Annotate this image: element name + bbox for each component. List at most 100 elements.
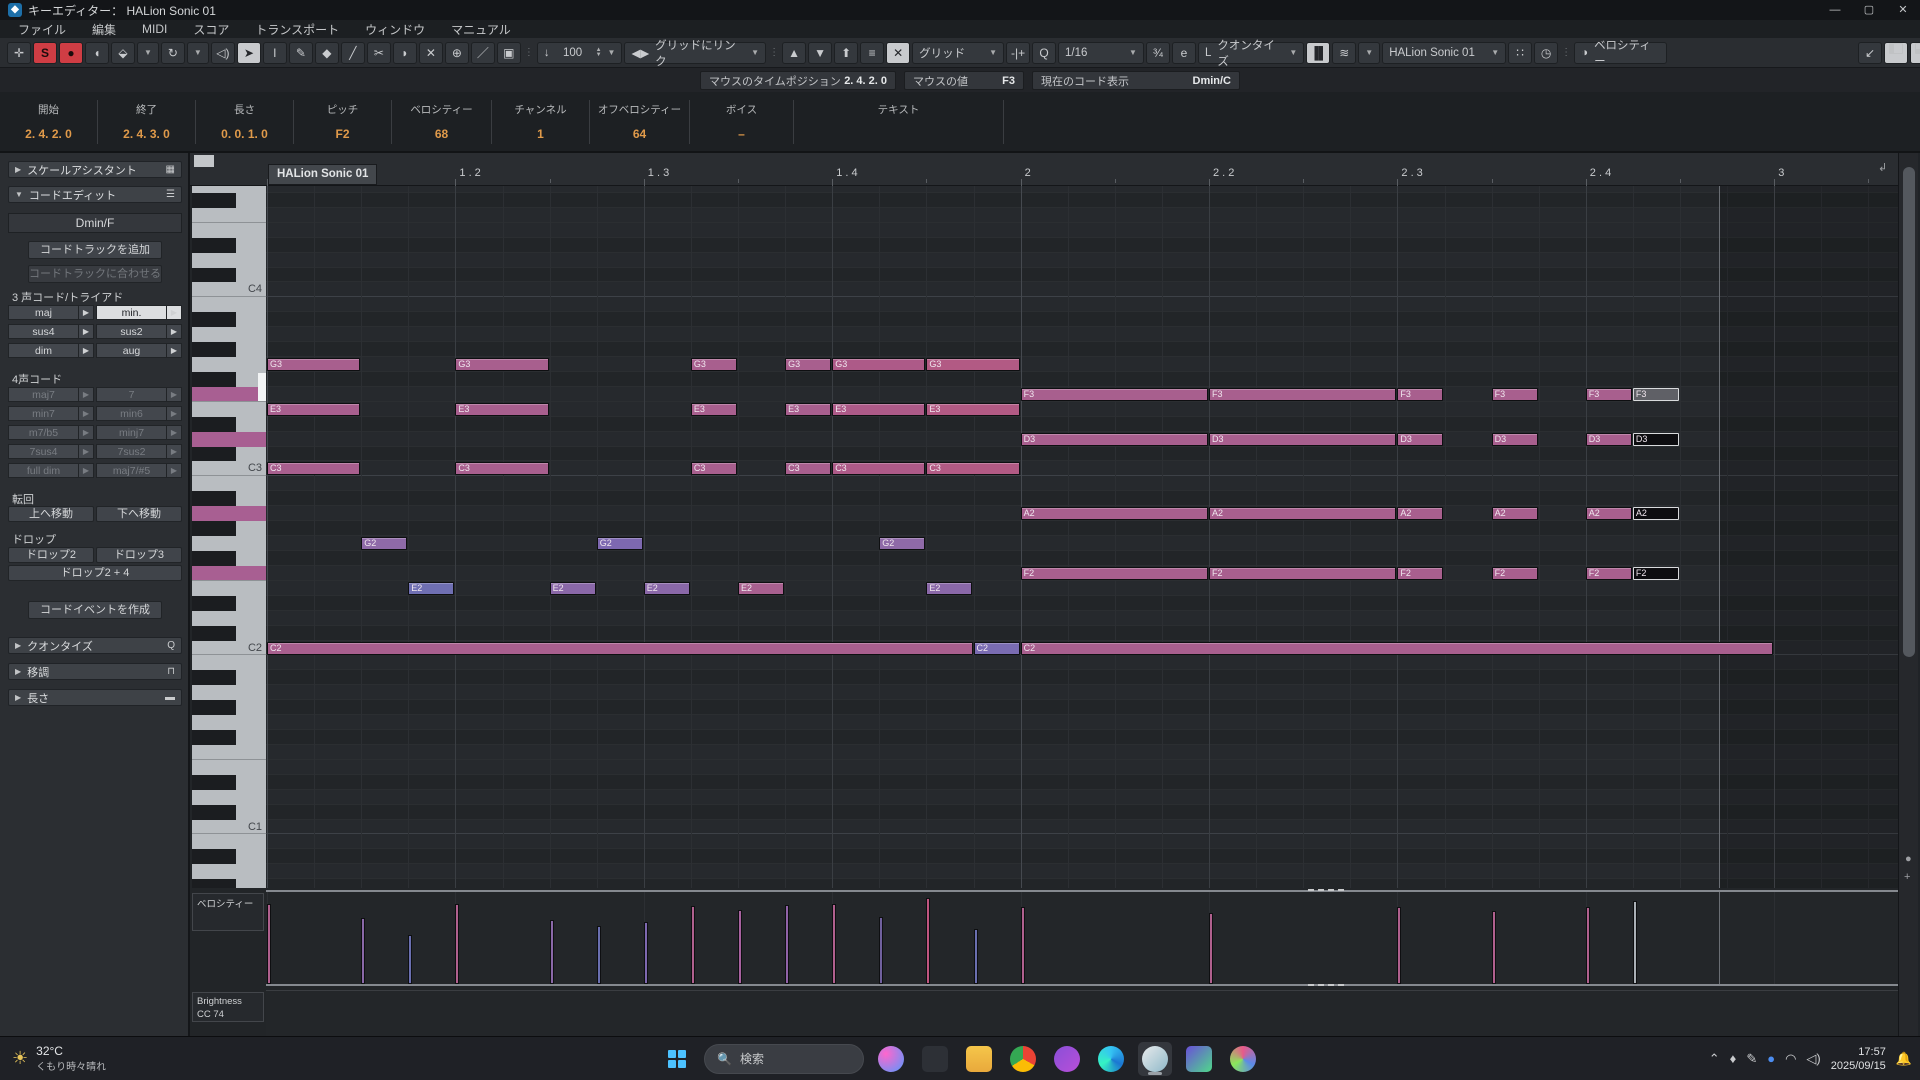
velocity-bar[interactable] [832, 904, 837, 984]
key-F#2[interactable] [192, 551, 266, 566]
zoom-plus-icon[interactable]: + [1904, 871, 1910, 883]
midi-note-G2[interactable]: G2 [361, 537, 408, 551]
midi-note-A2[interactable]: A2 [1209, 507, 1397, 521]
midi-note-E3[interactable]: E3 [455, 402, 549, 416]
notification-bell-icon[interactable]: 🔔 [1896, 1051, 1912, 1067]
insert-velocity-control[interactable]: ↓ 100 ▲ ▼ ▼ [536, 41, 623, 64]
velocity-bar[interactable] [596, 926, 601, 984]
velocity-bar[interactable] [549, 920, 554, 984]
key-C4[interactable]: C4 [192, 282, 266, 298]
scale-assistant-section[interactable]: ▶ スケールアシスタント ▦ [8, 161, 182, 178]
triad-sus4[interactable]: sus4 ▶ [8, 324, 94, 339]
key-F2[interactable] [192, 565, 266, 581]
mute-tool[interactable]: ✕ [418, 41, 443, 64]
midi-note-F2[interactable]: F2 [1397, 566, 1444, 580]
chord-edit-section[interactable]: ▼ コードエディット ☰ [8, 186, 182, 203]
tetrad-maj7[interactable]: maj7 ▶ [8, 387, 94, 402]
tetrad-minj7[interactable]: minj7 ▶ [96, 425, 182, 440]
midi-note-F3[interactable]: F3 [1632, 387, 1679, 401]
midi-note-F2[interactable]: F2 [1632, 566, 1679, 580]
event-colors-dropdown[interactable]: ◑ ベロシティー [1574, 40, 1668, 68]
insert-velocity-value[interactable]: 100 [556, 47, 590, 59]
split-tool[interactable]: ✂ [366, 41, 391, 64]
drop3-button[interactable]: ドロップ3 [96, 547, 182, 563]
key-A#1[interactable] [192, 670, 266, 686]
menu-manual[interactable]: マニュアル [451, 21, 511, 38]
key-B3[interactable] [192, 297, 266, 312]
show-note-expression-button[interactable]: ▐▌ [1306, 41, 1331, 64]
erase-tool[interactable]: ◆ [314, 41, 339, 64]
key-G#2[interactable] [192, 521, 266, 537]
velocity-bar[interactable] [690, 906, 695, 984]
info-field-5[interactable]: チャンネル 1 [492, 100, 590, 144]
midi-note-E3[interactable]: E3 [832, 402, 926, 416]
quantize-q-icon[interactable]: Q [1032, 41, 1057, 64]
velocity-bar[interactable] [1020, 907, 1025, 984]
midi-note-E2[interactable]: E2 [643, 581, 690, 595]
copilot-app-icon[interactable] [874, 1042, 908, 1076]
tetrad-m7b5[interactable]: m7/b5 ▶ [8, 425, 94, 440]
key-E4[interactable] [192, 223, 266, 238]
solo-button[interactable]: S [33, 41, 57, 64]
key-G3[interactable] [192, 357, 266, 372]
midi-note-C3[interactable]: C3 [267, 462, 361, 476]
info-field-value[interactable]: 2. 4. 3. 0 [98, 127, 195, 141]
info-field-6[interactable]: オフベロシティー 64 [590, 100, 690, 144]
velocity-bar[interactable] [643, 922, 648, 984]
chord-play-icon[interactable]: ▶ [78, 306, 93, 319]
key-C1[interactable]: C1 [192, 820, 266, 835]
select-tool[interactable]: ➤ [236, 41, 261, 64]
velocity-bar[interactable] [785, 905, 790, 984]
midi-note-F2[interactable]: F2 [1491, 566, 1538, 580]
key-A2[interactable] [192, 506, 266, 522]
menu-transport[interactable]: トランスポート [255, 21, 339, 38]
clock-widget[interactable]: 17:57 2025/09/15 [1831, 1045, 1886, 1073]
midi-note-C3[interactable]: C3 [832, 462, 926, 476]
midi-note-D3[interactable]: D3 [1209, 432, 1397, 446]
static-pin-button[interactable]: ✛ [7, 41, 31, 64]
key-G#3[interactable] [192, 342, 266, 358]
midi-note-E2[interactable]: E2 [926, 581, 973, 595]
scrollbar-thumb[interactable] [1903, 167, 1915, 657]
key-G2[interactable] [192, 536, 266, 551]
chord-play-icon[interactable]: ▶ [166, 344, 181, 357]
midi-note-E3[interactable]: E3 [785, 402, 832, 416]
midi-note-C3[interactable]: C3 [455, 462, 549, 476]
cc-lane[interactable] [266, 990, 1898, 1036]
create-chord-event-button[interactable]: コードイベントを作成 [28, 601, 162, 619]
key-F1[interactable] [192, 745, 266, 760]
midi-note-E3[interactable]: E3 [267, 402, 361, 416]
menu-score[interactable]: スコア [193, 21, 229, 38]
key-A0[interactable] [192, 864, 266, 879]
info-field-3[interactable]: ピッチ F2 [294, 100, 392, 144]
key-D3[interactable] [192, 431, 266, 447]
info-field-4[interactable]: ベロシティー 68 [392, 100, 492, 144]
midi-note-F3[interactable]: F3 [1209, 387, 1397, 401]
key-G1[interactable] [192, 715, 266, 730]
velocity-lane[interactable] [266, 890, 1898, 986]
midi-note-E3[interactable]: E3 [926, 402, 1020, 416]
midi-note-A2[interactable]: A2 [1397, 507, 1444, 521]
midi-note-E2[interactable]: E2 [738, 581, 785, 595]
key-F3[interactable] [192, 386, 266, 402]
nudge-button-1[interactable]: ▼ [808, 41, 833, 64]
menu-file[interactable]: ファイル [18, 21, 66, 38]
midi-note-G3[interactable]: G3 [785, 358, 832, 372]
move-up-button[interactable]: 上へ移動 [8, 506, 94, 522]
explorer-icon[interactable] [962, 1042, 996, 1076]
key-F#3[interactable] [192, 371, 266, 387]
prism-app-icon[interactable] [1182, 1042, 1216, 1076]
velocity-bar[interactable] [1397, 907, 1402, 984]
weather-widget[interactable]: ☀ 32°C くもり時々晴れ [12, 1044, 232, 1073]
lower-zone-toggle-button[interactable] [1910, 41, 1920, 64]
nudge-button-2[interactable]: ⬆ [834, 41, 859, 64]
track-selector-dropdown[interactable]: HALion Sonic 01 ▼ [1382, 41, 1507, 64]
info-field-value[interactable]: F2 [294, 127, 391, 141]
midi-note-G2[interactable]: G2 [879, 537, 926, 551]
chord-play-icon[interactable]: ▶ [78, 344, 93, 357]
quantize-section[interactable]: ▶ クオンタイズ Q [8, 637, 182, 654]
key-F#4[interactable] [192, 192, 266, 208]
midi-note-A2[interactable]: A2 [1585, 507, 1632, 521]
minimize-button[interactable]: — [1818, 0, 1852, 20]
info-field-8[interactable]: テキスト [794, 100, 1004, 144]
